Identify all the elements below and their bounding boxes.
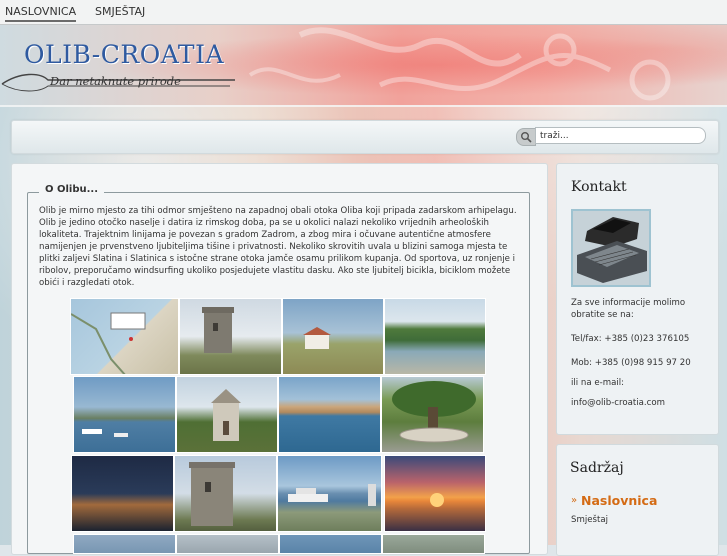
search-icon[interactable]: [516, 128, 536, 146]
contact-phone-photo: [571, 209, 651, 287]
gallery-thumb-night-harbor[interactable]: [71, 455, 174, 532]
gallery-thumb-fortress-tower[interactable]: [174, 455, 277, 532]
gallery-thumb-sunset[interactable]: [384, 455, 486, 532]
nav-smjestaj[interactable]: SMJEŠTAJ: [95, 5, 145, 18]
sidebar-sadrzaj-title: Sadržaj: [570, 460, 624, 476]
site-logo-title[interactable]: OLIB-CROATIA: [24, 40, 224, 69]
header-divider: [0, 105, 727, 107]
site-subtitle: Dar netaknute prirode: [50, 74, 181, 88]
gallery-thumb-partial[interactable]: [176, 534, 279, 554]
search-input[interactable]: [535, 127, 706, 144]
nav-naslovnica[interactable]: NASLOVNICA: [5, 5, 77, 22]
gallery-thumb-map[interactable]: [70, 298, 179, 375]
gallery-thumb-old-tree[interactable]: [381, 376, 484, 453]
sidebar-link-smjestaj[interactable]: Smještaj: [571, 515, 608, 525]
sidebar-link-naslovnica[interactable]: Naslovnica: [581, 493, 657, 508]
contact-email-intro: ili na e-mail:: [571, 378, 625, 388]
contact-mobile: Mob: +385 (0)98 915 97 20: [571, 358, 691, 368]
contact-email-link[interactable]: info@olib-croatia.com: [571, 398, 665, 408]
gallery-thumb-village-waterfront[interactable]: [278, 376, 381, 453]
gallery-thumb-stone-tower[interactable]: [179, 298, 282, 375]
gallery-thumb-shoreline-trees[interactable]: [384, 298, 486, 375]
contact-intro: Za sve informacije molimo obratite se na…: [571, 298, 686, 320]
gallery-thumb-partial[interactable]: [382, 534, 485, 554]
gallery-thumb-partial[interactable]: [73, 534, 176, 554]
contact-tel: Tel/fax: +385 (0)23 376105: [571, 334, 690, 344]
article-body: Olib je mirno mjesto za tihi odmor smješ…: [39, 206, 517, 288]
sidebar-kontakt-title: Kontakt: [571, 179, 627, 195]
top-navigation: NASLOVNICA SMJEŠTAJ: [0, 0, 727, 25]
menu-bullet: »: [571, 495, 578, 506]
gallery-thumb-chapel[interactable]: [176, 376, 278, 453]
gallery-thumb-coastal-house[interactable]: [282, 298, 384, 375]
gallery-thumb-ferry-port[interactable]: [277, 455, 382, 532]
gallery-thumb-harbor[interactable]: [73, 376, 176, 453]
gallery-thumb-partial[interactable]: [279, 534, 382, 554]
article-heading: O Olibu...: [39, 184, 105, 195]
